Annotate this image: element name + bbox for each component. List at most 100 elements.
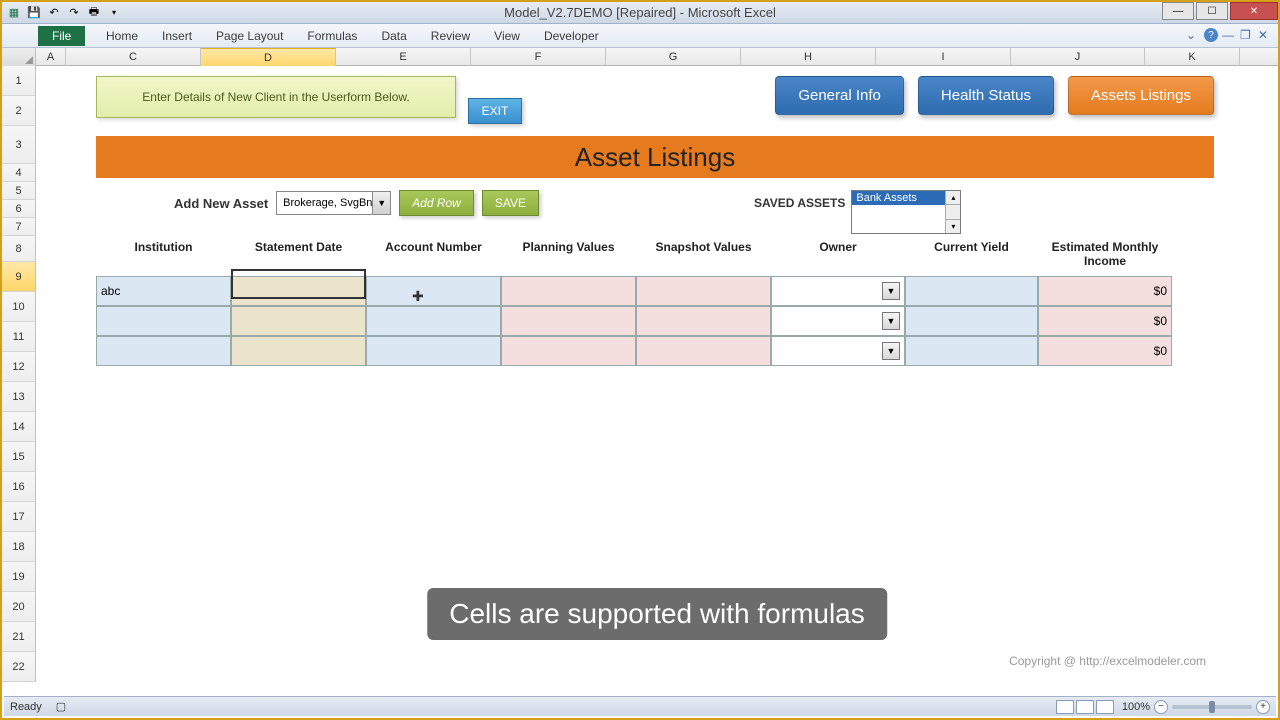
row-8[interactable]: 8	[2, 236, 36, 262]
cell-account-number[interactable]	[366, 276, 501, 306]
cell-planning-values[interactable]	[501, 276, 636, 306]
redo-icon[interactable]: ↷	[66, 5, 82, 21]
cell-snapshot-values[interactable]	[636, 276, 771, 306]
row-10[interactable]: 10	[2, 292, 36, 322]
qat-more-icon[interactable]: ▾	[106, 5, 122, 21]
nav-general-info[interactable]: General Info	[775, 76, 904, 115]
minimize-button[interactable]: —	[1162, 2, 1194, 20]
tab-home[interactable]: Home	[94, 25, 150, 47]
cell-current-yield[interactable]	[905, 306, 1038, 336]
cell-est-income[interactable]: $0	[1038, 336, 1172, 366]
chevron-down-icon[interactable]: ▼	[882, 312, 900, 330]
zoom-slider[interactable]	[1172, 705, 1252, 709]
row-2[interactable]: 2	[2, 96, 36, 126]
col-G[interactable]: G	[606, 48, 741, 66]
row-6[interactable]: 6	[2, 200, 36, 218]
col-C[interactable]: C	[66, 48, 201, 66]
zoom-out-button[interactable]: −	[1154, 700, 1168, 714]
undo-icon[interactable]: ↶	[46, 5, 62, 21]
col-A[interactable]: A	[36, 48, 66, 66]
window-minimize-icon[interactable]: —	[1222, 28, 1236, 42]
col-H[interactable]: H	[741, 48, 876, 66]
tab-data[interactable]: Data	[369, 25, 418, 47]
row-5[interactable]: 5	[2, 182, 36, 200]
row-4[interactable]: 4	[2, 164, 36, 182]
tab-view[interactable]: View	[482, 25, 532, 47]
normal-view-icon[interactable]	[1056, 700, 1074, 714]
row-20[interactable]: 20	[2, 592, 36, 622]
col-J[interactable]: J	[1011, 48, 1145, 66]
maximize-button[interactable]: ☐	[1196, 2, 1228, 20]
saved-asset-item[interactable]: Bank Assets	[852, 191, 960, 205]
cell-institution[interactable]: abc	[96, 276, 231, 306]
cell-owner[interactable]: ▼	[771, 336, 905, 366]
row-11[interactable]: 11	[2, 322, 36, 352]
tab-review[interactable]: Review	[419, 25, 482, 47]
col-D[interactable]: D	[201, 48, 336, 66]
cell-est-income[interactable]: $0	[1038, 306, 1172, 336]
cell-institution[interactable]	[96, 336, 231, 366]
cell-owner[interactable]: ▼	[771, 276, 905, 306]
row-19[interactable]: 19	[2, 562, 36, 592]
file-tab[interactable]: File	[38, 26, 85, 46]
cell-statement-date[interactable]	[231, 306, 366, 336]
ribbon-minimize-icon[interactable]: ⌄	[1186, 28, 1200, 42]
tab-formulas[interactable]: Formulas	[295, 25, 369, 47]
page-break-view-icon[interactable]	[1096, 700, 1114, 714]
zoom-level[interactable]: 100%	[1122, 701, 1150, 713]
cell-account-number[interactable]	[366, 336, 501, 366]
cell-snapshot-values[interactable]	[636, 336, 771, 366]
row-22[interactable]: 22	[2, 652, 36, 682]
row-14[interactable]: 14	[2, 412, 36, 442]
select-all-button[interactable]	[2, 48, 36, 66]
chevron-down-icon[interactable]: ▼	[882, 342, 900, 360]
cell-institution[interactable]	[96, 306, 231, 336]
sheet-content[interactable]: Enter Details of New Client in the Userf…	[36, 66, 1278, 698]
cell-planning-values[interactable]	[501, 336, 636, 366]
help-icon[interactable]: ?	[1204, 28, 1218, 42]
nav-health-status[interactable]: Health Status	[918, 76, 1054, 115]
nav-assets-listings[interactable]: Assets Listings	[1068, 76, 1214, 115]
window-close-icon[interactable]: ✕	[1258, 28, 1272, 42]
tab-developer[interactable]: Developer	[532, 25, 611, 47]
page-layout-view-icon[interactable]	[1076, 700, 1094, 714]
col-E[interactable]: E	[336, 48, 471, 66]
row-18[interactable]: 18	[2, 532, 36, 562]
chevron-down-icon[interactable]: ▼	[372, 192, 390, 214]
window-restore-icon[interactable]: ❐	[1240, 28, 1254, 42]
row-16[interactable]: 16	[2, 472, 36, 502]
asset-type-combo[interactable]: Brokerage, SvgBnds ▼	[276, 191, 391, 215]
row-12[interactable]: 12	[2, 352, 36, 382]
row-21[interactable]: 21	[2, 622, 36, 652]
save-button[interactable]: SAVE	[482, 190, 539, 216]
macro-record-icon[interactable]: ▢	[56, 700, 66, 713]
print-preview-icon[interactable]: 🖶	[86, 5, 102, 21]
col-K[interactable]: K	[1145, 48, 1240, 66]
row-15[interactable]: 15	[2, 442, 36, 472]
cell-owner[interactable]: ▼	[771, 306, 905, 336]
add-row-button[interactable]: Add Row	[399, 190, 474, 216]
exit-button[interactable]: EXIT	[468, 98, 522, 124]
row-17[interactable]: 17	[2, 502, 36, 532]
row-13[interactable]: 13	[2, 382, 36, 412]
row-3[interactable]: 3	[2, 126, 36, 164]
cell-account-number[interactable]	[366, 306, 501, 336]
scroll-down-icon[interactable]: ▾	[946, 219, 960, 233]
tab-insert[interactable]: Insert	[150, 25, 204, 47]
cell-snapshot-values[interactable]	[636, 306, 771, 336]
tab-page-layout[interactable]: Page Layout	[204, 25, 295, 47]
cell-planning-values[interactable]	[501, 306, 636, 336]
save-icon[interactable]: 💾	[26, 5, 42, 21]
cell-statement-date[interactable]	[231, 276, 366, 306]
saved-assets-listbox[interactable]: Bank Assets ▴ ▾	[851, 190, 961, 234]
close-button[interactable]: ✕	[1230, 2, 1278, 20]
cell-current-yield[interactable]	[905, 276, 1038, 306]
cell-statement-date[interactable]	[231, 336, 366, 366]
cell-est-income[interactable]: $0	[1038, 276, 1172, 306]
chevron-down-icon[interactable]: ▼	[882, 282, 900, 300]
cell-current-yield[interactable]	[905, 336, 1038, 366]
zoom-in-button[interactable]: +	[1256, 700, 1270, 714]
scroll-up-icon[interactable]: ▴	[946, 191, 960, 205]
col-I[interactable]: I	[876, 48, 1011, 66]
row-9[interactable]: 9	[2, 262, 36, 292]
